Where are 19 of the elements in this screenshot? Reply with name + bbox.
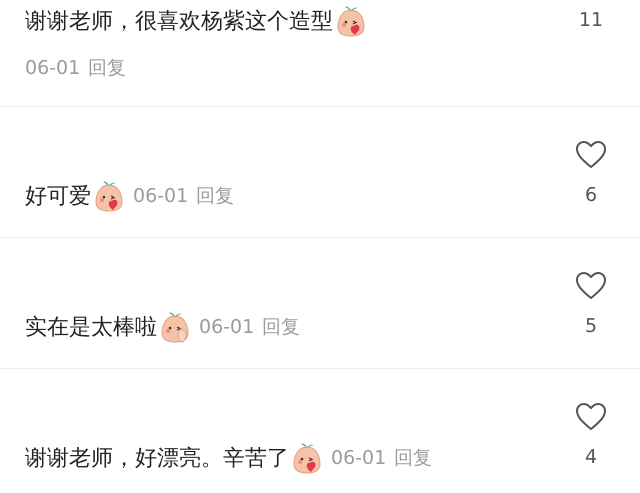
heart-icon[interactable] <box>575 140 607 169</box>
reply-link[interactable]: 回复 <box>394 444 432 472</box>
reply-link[interactable]: 回复 <box>196 182 234 210</box>
comment-date: 06-01 <box>133 184 188 209</box>
reply-link[interactable]: 回复 <box>262 312 300 342</box>
like-count: 5 <box>584 314 598 338</box>
like-count: 6 <box>584 183 598 207</box>
comment-text: 好可爱 <box>25 182 91 210</box>
reply-link[interactable]: 回复 <box>88 54 126 82</box>
heart-icon[interactable] <box>575 402 607 431</box>
comment-text: 谢谢老师，很喜欢杨紫这个造型 <box>25 8 333 36</box>
comment-date: 06-01 <box>199 314 254 340</box>
comment-date: 06-01 <box>25 56 80 81</box>
like-count: 11 <box>578 8 604 32</box>
heart-icon[interactable] <box>575 271 607 300</box>
comment-date: 06-01 <box>331 446 386 471</box>
like-count: 4 <box>584 445 598 469</box>
comment-text: 谢谢老师，好漂亮。辛苦了 <box>25 444 289 472</box>
comment-text: 实在是太棒啦 <box>25 314 157 342</box>
